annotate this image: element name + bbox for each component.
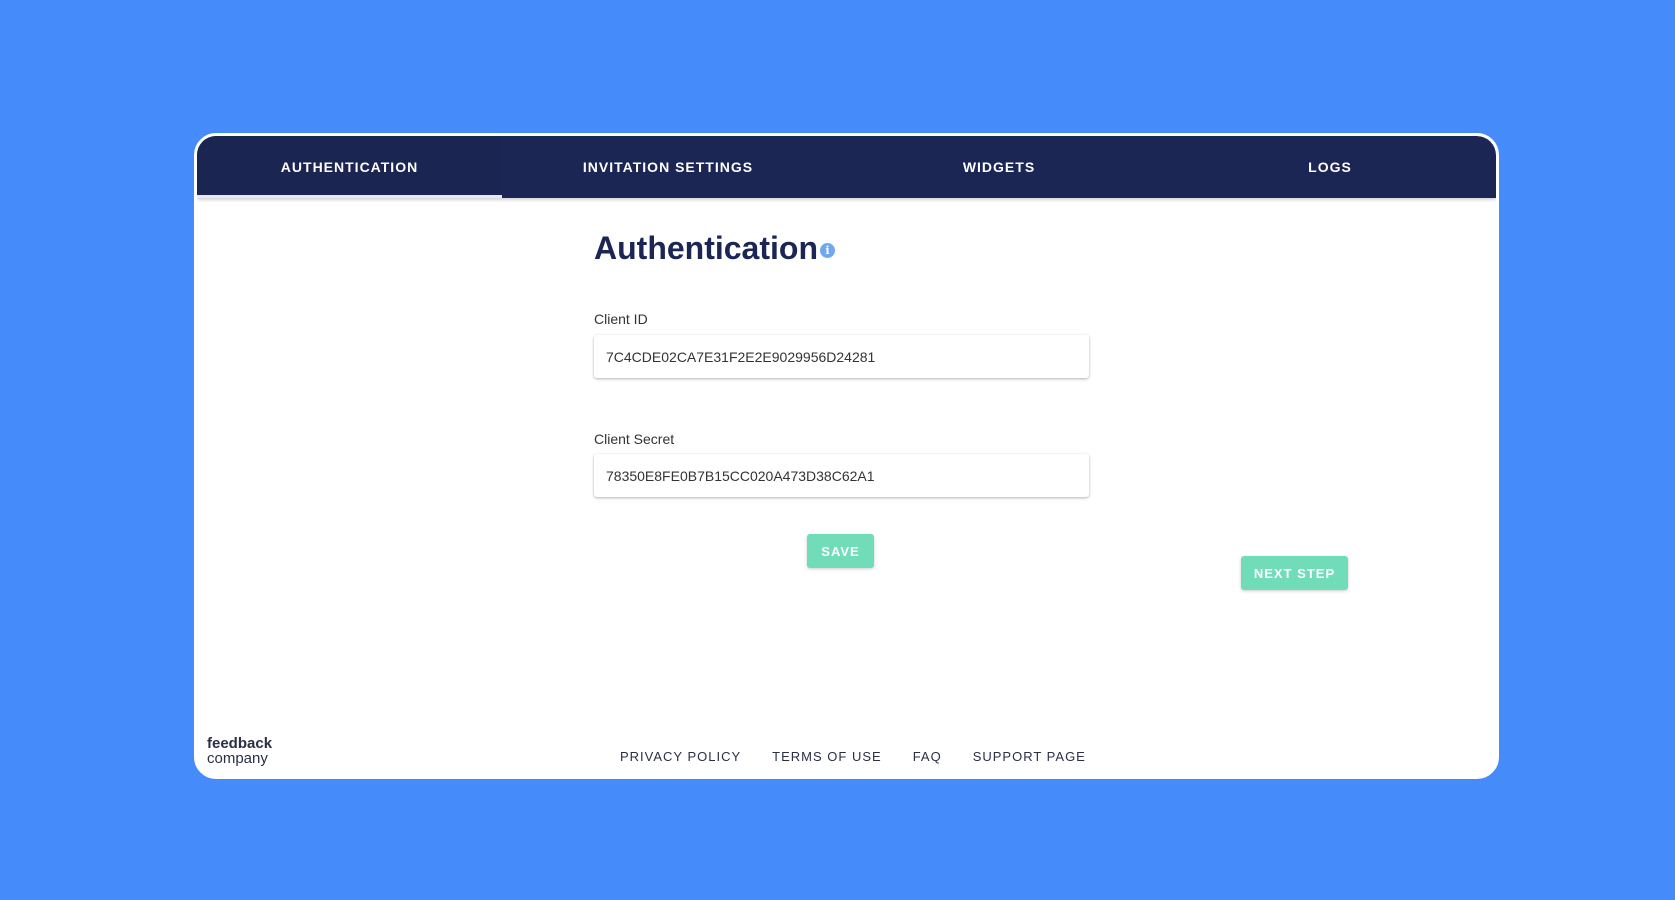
client-secret-label: Client Secret: [594, 431, 675, 447]
tab-logs-label: LOGS: [1308, 159, 1352, 175]
tab-authentication[interactable]: AUTHENTICATION: [197, 136, 502, 198]
info-icon[interactable]: i: [819, 243, 835, 258]
tab-logs[interactable]: LOGS: [1164, 136, 1496, 198]
client-id-label: Client ID: [594, 311, 648, 327]
support-page-link[interactable]: SUPPORT PAGE: [973, 749, 1086, 764]
tab-invitation-settings-label: INVITATION SETTINGS: [582, 159, 754, 175]
tab-authentication-label: AUTHENTICATION: [280, 159, 419, 175]
tab-bar: AUTHENTICATION INVITATION SETTINGS WIDGE…: [197, 136, 1496, 198]
app-card: AUTHENTICATION INVITATION SETTINGS WIDGE…: [194, 133, 1499, 779]
tab-widgets-label: WIDGETS: [962, 159, 1036, 175]
terms-of-use-link[interactable]: TERMS OF USE: [772, 749, 882, 764]
next-step-button[interactable]: NEXT STEP: [1241, 556, 1348, 590]
page-title-text: Authentication: [594, 230, 818, 266]
logo-text-company: company: [207, 750, 268, 767]
privacy-policy-link[interactable]: PRIVACY POLICY: [620, 749, 741, 764]
feedback-company-logo: feedback company: [207, 736, 272, 766]
footer-links: PRIVACY POLICY TERMS OF USE FAQ SUPPORT …: [620, 749, 1086, 764]
client-id-input[interactable]: [594, 335, 1089, 378]
tab-invitation-settings[interactable]: INVITATION SETTINGS: [502, 136, 834, 198]
main-content: Authentication i Client ID Client Secret…: [197, 198, 1496, 776]
page-title: Authentication i: [594, 230, 835, 267]
logo-text-feedback: feedback: [207, 735, 273, 752]
tab-widgets[interactable]: WIDGETS: [834, 136, 1164, 198]
faq-link[interactable]: FAQ: [913, 749, 942, 764]
save-button[interactable]: SAVE: [807, 534, 874, 568]
client-secret-input[interactable]: [594, 454, 1089, 497]
